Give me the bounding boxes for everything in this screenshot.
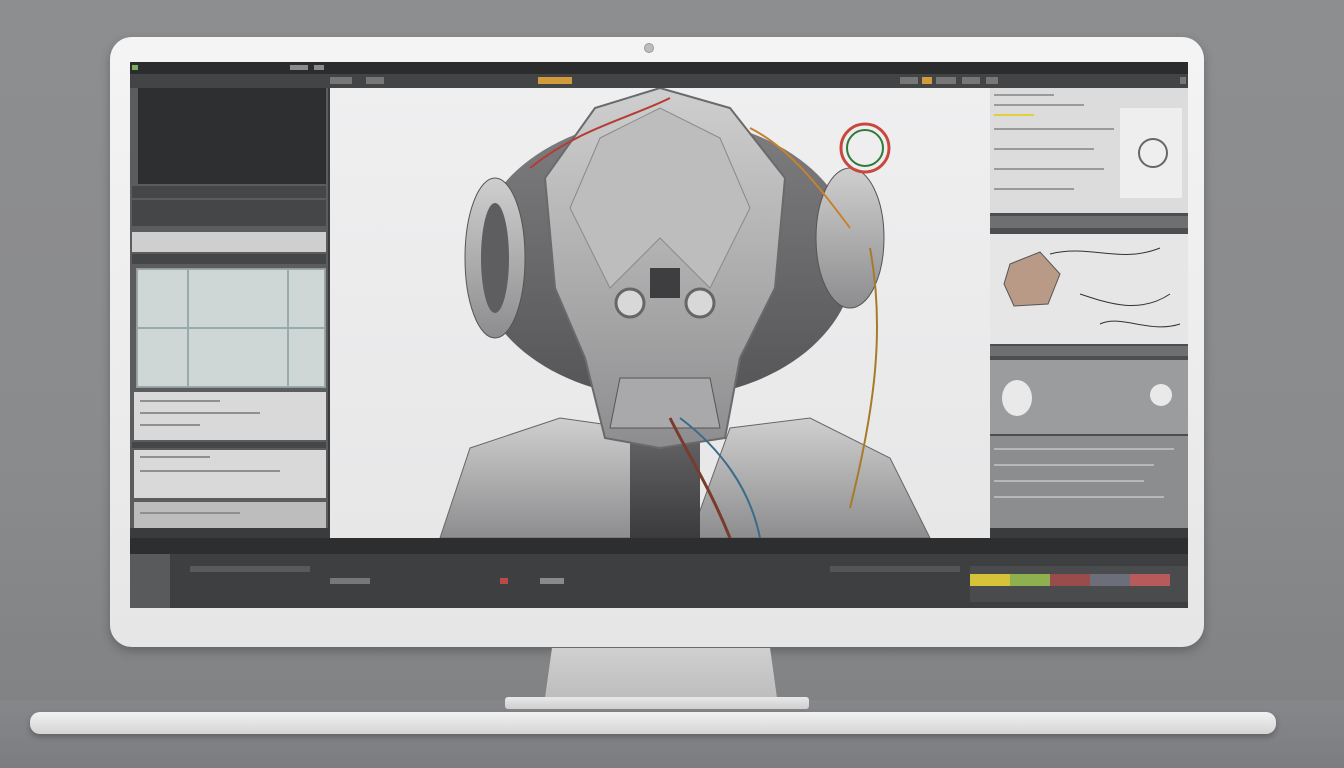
app-icon[interactable] [132, 65, 138, 70]
toolbar-button[interactable] [922, 77, 932, 84]
preview-monitor [138, 88, 326, 184]
toolbar-button[interactable] [366, 77, 384, 84]
node-graph[interactable] [990, 234, 1188, 344]
attribute-list [134, 392, 326, 440]
track-header [130, 554, 170, 608]
render-preview [990, 360, 1188, 434]
track-clip[interactable] [330, 578, 370, 584]
toolbar-button[interactable] [986, 77, 998, 84]
desk-surface [0, 700, 1344, 768]
keyboard [30, 712, 1276, 734]
monitor-stand-base [505, 697, 809, 709]
toolbar-button[interactable] [330, 77, 352, 84]
panel-tab[interactable] [990, 346, 1188, 356]
keyframe-marker[interactable] [500, 578, 508, 584]
panel-properties [132, 232, 326, 252]
menu-item[interactable] [290, 65, 308, 70]
track-clip[interactable] [830, 566, 960, 572]
toolbar-button[interactable] [936, 77, 956, 84]
track-clip[interactable] [190, 566, 310, 572]
robot-head-model [439, 86, 931, 539]
timeline-panel[interactable] [130, 538, 1188, 608]
toolbar-button[interactable] [1180, 77, 1186, 84]
toolbar-button[interactable] [538, 77, 572, 84]
lane-swatch[interactable] [1010, 574, 1050, 586]
properties-panel [990, 88, 1188, 213]
panel-tab[interactable] [990, 216, 1188, 228]
outliner-grid[interactable] [136, 268, 326, 388]
thumbnail[interactable] [1120, 108, 1182, 198]
toolbar-button[interactable] [962, 77, 980, 84]
lane-swatch[interactable] [1130, 574, 1170, 586]
right-panel [990, 88, 1188, 528]
monitor-stand-neck [545, 648, 777, 698]
layer-list [990, 436, 1188, 528]
lane-swatch[interactable] [970, 574, 1010, 586]
3d-viewport[interactable] [330, 86, 990, 539]
left-panel [130, 88, 328, 528]
panel-divider [132, 442, 326, 448]
panel-header[interactable] [132, 186, 326, 198]
screen [130, 62, 1188, 608]
menu-item[interactable] [314, 65, 324, 70]
toolbar [130, 74, 1188, 88]
track-clip[interactable] [540, 578, 564, 584]
monitor [110, 37, 1204, 647]
attribute-list [134, 450, 326, 498]
lane-swatch[interactable] [1090, 574, 1130, 586]
panel-controls [132, 200, 326, 226]
timeline-ruler[interactable] [130, 538, 1188, 554]
panel-tab[interactable] [132, 254, 326, 264]
webcam [644, 43, 654, 53]
lane-swatch[interactable] [1050, 574, 1090, 586]
toolbar-button[interactable] [900, 77, 918, 84]
attribute-list [134, 502, 326, 528]
menu-bar [130, 62, 1188, 74]
